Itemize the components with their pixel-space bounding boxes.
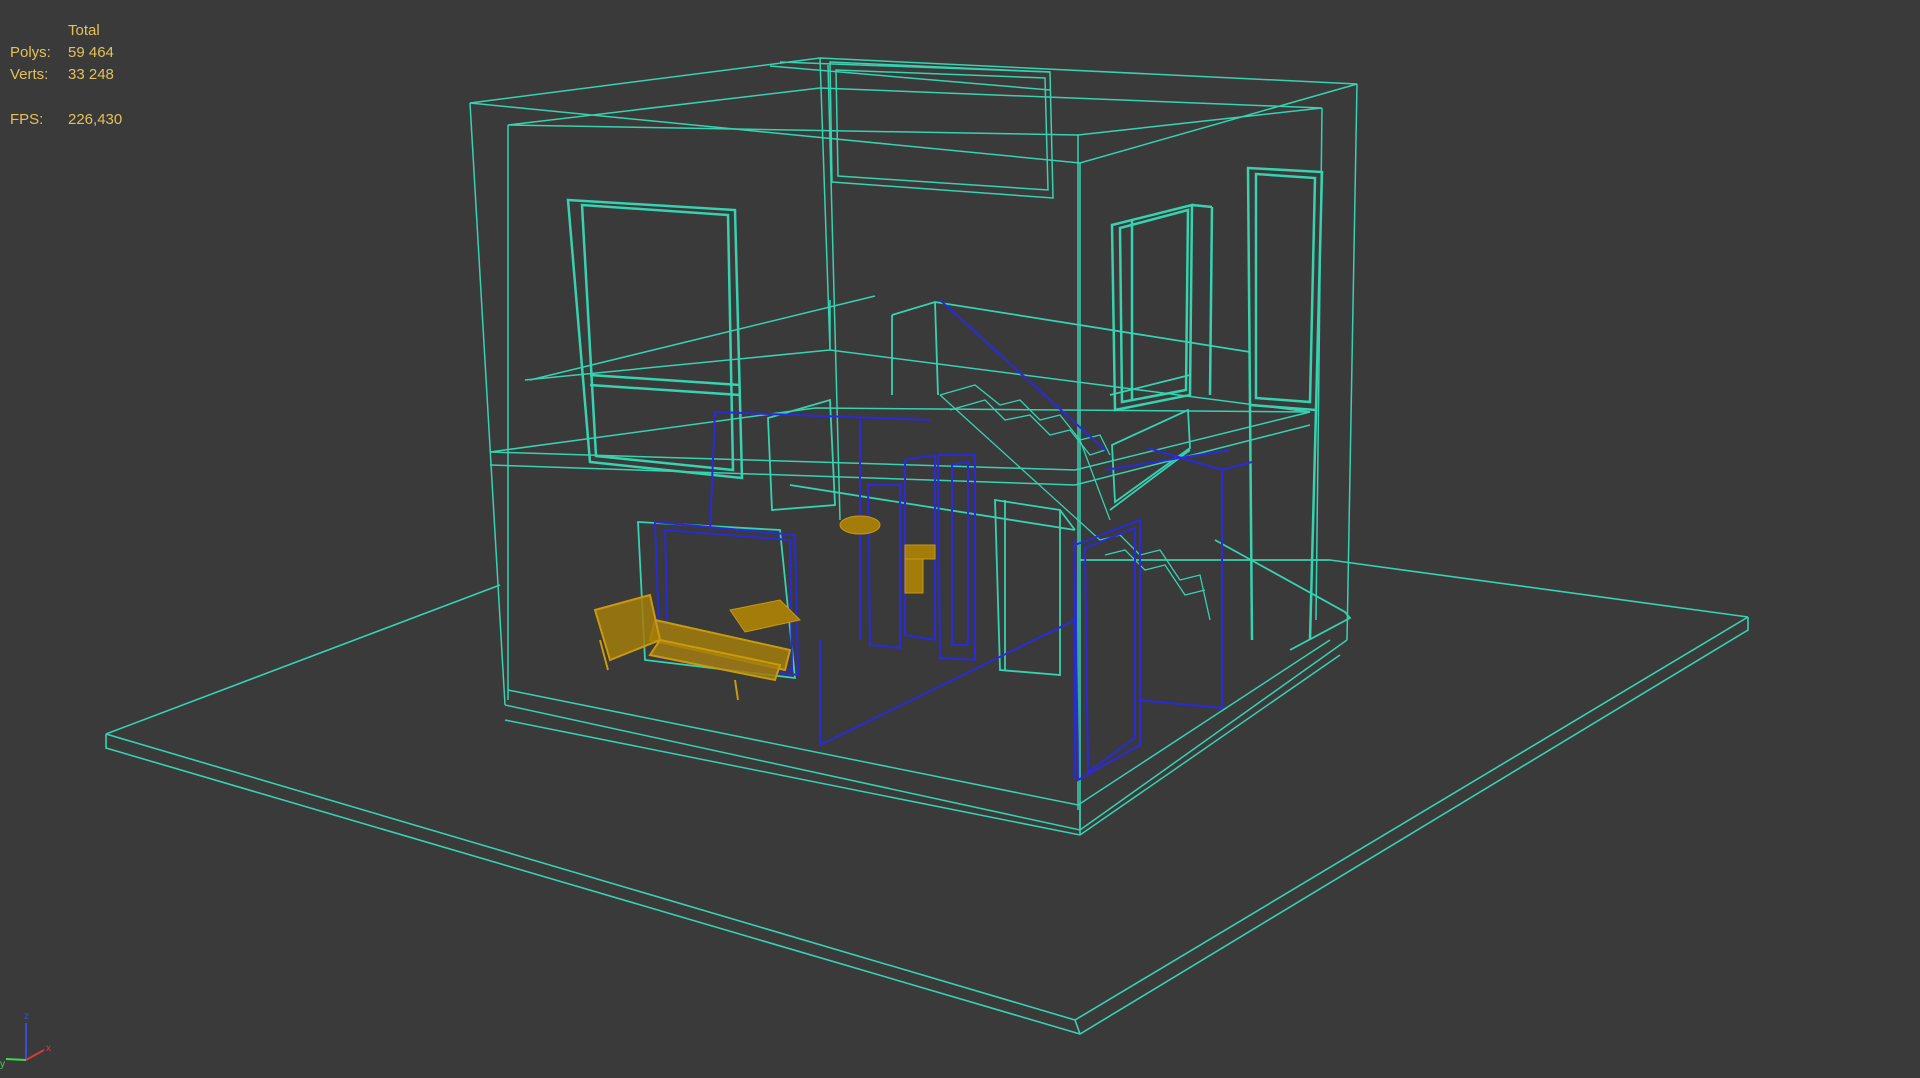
stats-header: Total <box>68 22 100 39</box>
polys-label: Polys: <box>10 44 51 61</box>
x-axis-label: x <box>46 1043 51 1054</box>
z-axis-label: z <box>24 1011 29 1022</box>
y-axis-line <box>5 1058 27 1061</box>
verts-label: Verts: <box>10 66 49 83</box>
building-shell[interactable] <box>469 57 1358 836</box>
upper-window-right[interactable] <box>1110 203 1214 412</box>
upper-railing[interactable] <box>891 301 1251 511</box>
polys-value: 59 464 <box>68 44 114 61</box>
small-table[interactable] <box>839 515 936 594</box>
viewport[interactable]: Total Polys: 59 464 Verts: 33 248 FPS: 2… <box>0 0 1920 1078</box>
wireframe-scene[interactable] <box>0 0 1920 1078</box>
y-axis-label: y <box>0 1059 5 1070</box>
upper-window-left[interactable] <box>566 198 744 480</box>
fps-value: 226,430 <box>68 111 123 128</box>
fps-label: FPS: <box>10 111 44 128</box>
tall-window-right[interactable] <box>1246 166 1324 641</box>
x-axis-line <box>25 1049 45 1061</box>
interior-walls[interactable] <box>653 299 1253 782</box>
stats-overlay: Total Polys: 59 464 Verts: 33 248 FPS: 2… <box>10 20 122 131</box>
verts-value: 33 248 <box>68 66 114 83</box>
axis-gizmo: z x y <box>0 1011 51 1070</box>
